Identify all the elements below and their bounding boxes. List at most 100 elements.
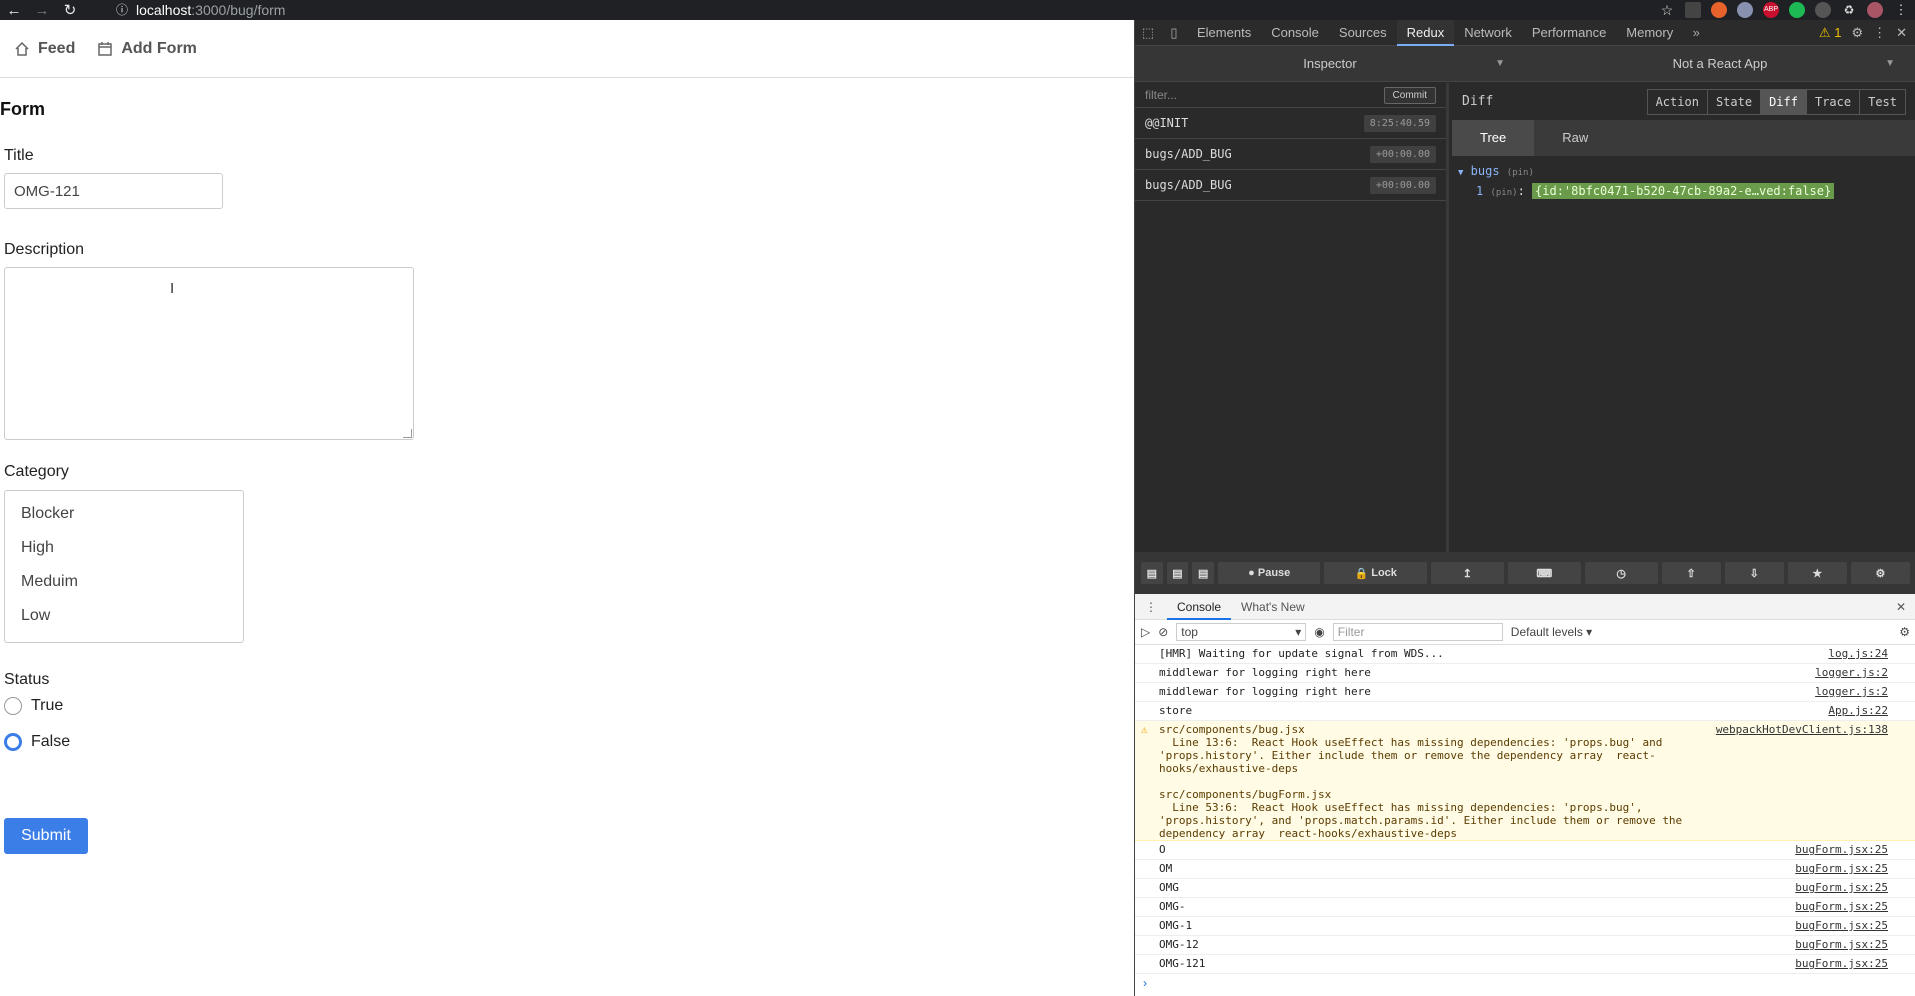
category-select[interactable]: Blocker High Meduim Low bbox=[4, 490, 244, 643]
forward-arrow-icon[interactable]: → bbox=[28, 2, 56, 19]
tab-console[interactable]: Console bbox=[1261, 20, 1329, 46]
tab-whats-new[interactable]: What's New bbox=[1231, 594, 1315, 620]
status-radio-false[interactable]: False bbox=[4, 733, 70, 751]
source-link[interactable]: App.js:22 bbox=[1828, 704, 1888, 717]
remote-icon[interactable]: ★ bbox=[1787, 562, 1847, 584]
inspect-icon[interactable]: ⬚ bbox=[1135, 25, 1161, 41]
category-option[interactable]: High bbox=[5, 531, 243, 565]
tree-node[interactable]: ▼ bugs (pin) bbox=[1458, 164, 1910, 178]
layout-icon[interactable]: ▤ bbox=[1141, 562, 1163, 584]
layout-icon[interactable]: ▤ bbox=[1166, 562, 1189, 584]
levels-select[interactable]: Default levels ▾ bbox=[1511, 625, 1592, 639]
app-select[interactable]: Not a React App ▼ bbox=[1525, 56, 1915, 71]
source-link[interactable]: logger.js:2 bbox=[1815, 685, 1888, 698]
extension-icon[interactable] bbox=[1789, 2, 1805, 18]
nav-feed[interactable]: Feed bbox=[14, 40, 75, 58]
action-filter[interactable]: filter... Commit bbox=[1135, 83, 1446, 108]
source-link[interactable]: logger.js:2 bbox=[1815, 666, 1888, 679]
timer-icon[interactable]: ◷ bbox=[1584, 562, 1658, 584]
close-icon[interactable]: ✕ bbox=[1886, 594, 1915, 620]
radio-circle[interactable] bbox=[4, 697, 22, 715]
tab-network[interactable]: Network bbox=[1454, 20, 1522, 46]
reload-icon[interactable]: ↻ bbox=[56, 1, 84, 19]
extension-icon[interactable] bbox=[1737, 2, 1753, 18]
action-item[interactable]: bugs/ADD_BUG +00:00.00 bbox=[1135, 139, 1446, 170]
source-link[interactable]: bugForm.jsx:25 bbox=[1795, 862, 1888, 875]
sidebar-toggle-icon[interactable]: ▷ bbox=[1141, 625, 1150, 639]
close-icon[interactable]: ✕ bbox=[1896, 25, 1907, 41]
keyboard-icon[interactable]: ⌨ bbox=[1507, 562, 1581, 584]
address-bar[interactable]: ⓘ localhost:3000/bug/form bbox=[116, 1, 285, 18]
tab-performance[interactable]: Performance bbox=[1522, 20, 1616, 46]
drawer-menu-icon[interactable]: ⋮ bbox=[1135, 594, 1167, 620]
console-filter-input[interactable]: Filter bbox=[1332, 623, 1503, 641]
tab-elements[interactable]: Elements bbox=[1187, 20, 1261, 46]
info-icon[interactable]: ⓘ bbox=[116, 1, 128, 18]
source-link[interactable]: log.js:24 bbox=[1828, 647, 1888, 660]
layout-icon[interactable]: ▤ bbox=[1192, 562, 1215, 584]
mode-diff-button[interactable]: Diff bbox=[1761, 89, 1807, 114]
tab-memory[interactable]: Memory bbox=[1616, 20, 1683, 46]
mode-test-button[interactable]: Test bbox=[1860, 90, 1905, 114]
upload-icon[interactable]: ⇧ bbox=[1661, 562, 1721, 584]
menu-dots-icon[interactable]: ⋮ bbox=[1873, 25, 1886, 41]
title-input[interactable] bbox=[4, 173, 223, 209]
extension-icon[interactable] bbox=[1711, 2, 1727, 18]
tab-drawer-console[interactable]: Console bbox=[1167, 594, 1232, 620]
source-link[interactable]: bugForm.jsx:25 bbox=[1795, 843, 1888, 856]
category-option[interactable]: Low bbox=[5, 599, 243, 633]
settings-icon[interactable]: ⚙ bbox=[1851, 25, 1863, 41]
inspector-select[interactable]: Inspector ▼ bbox=[1135, 56, 1525, 71]
tab-redux[interactable]: Redux bbox=[1396, 19, 1455, 46]
resize-handle[interactable] bbox=[403, 429, 412, 438]
source-link[interactable]: webpackHotDevClient.js:138 bbox=[1716, 723, 1888, 736]
adblock-icon[interactable]: ABP bbox=[1763, 2, 1779, 18]
lock-button[interactable]: 🔒 Lock bbox=[1324, 562, 1427, 584]
mode-buttons: Action State Diff Trace Test bbox=[1646, 88, 1906, 115]
bookmark-star-icon[interactable]: ☆ bbox=[1659, 2, 1675, 18]
settings-icon[interactable]: ⚙ bbox=[1850, 562, 1911, 584]
category-option[interactable]: Meduim bbox=[5, 565, 243, 599]
nav-add-form[interactable]: Add Form bbox=[97, 40, 197, 58]
source-link[interactable]: bugForm.jsx:25 bbox=[1795, 881, 1888, 894]
extension-icon[interactable] bbox=[1685, 2, 1701, 18]
download-icon[interactable]: ⇩ bbox=[1724, 562, 1784, 584]
action-item[interactable]: @@INIT 8:25:40.59 bbox=[1135, 108, 1446, 139]
mode-action-button[interactable]: Action bbox=[1648, 89, 1708, 114]
eye-icon[interactable]: ◉ bbox=[1314, 625, 1324, 639]
console-line: [HMR] Waiting for update signal from WDS… bbox=[1135, 645, 1915, 664]
mode-state-button[interactable]: State bbox=[1708, 89, 1762, 114]
radio-circle-selected[interactable] bbox=[4, 733, 22, 751]
source-link[interactable]: bugForm.jsx:25 bbox=[1795, 919, 1888, 932]
tab-raw[interactable]: Raw bbox=[1534, 120, 1616, 156]
description-textarea[interactable] bbox=[4, 267, 414, 440]
action-item[interactable]: bugs/ADD_BUG +00:00.00 bbox=[1135, 170, 1446, 201]
console-prompt[interactable]: › bbox=[1135, 974, 1915, 992]
source-link[interactable]: bugForm.jsx:25 bbox=[1795, 938, 1888, 951]
category-option[interactable]: Blocker bbox=[5, 497, 243, 531]
warning-icon: ⚠ bbox=[1141, 723, 1148, 736]
url-path: :3000/bug/form bbox=[191, 1, 286, 18]
more-tabs-icon[interactable]: » bbox=[1683, 25, 1709, 40]
status-radio-true[interactable]: True bbox=[4, 697, 63, 715]
device-toolbar-icon[interactable]: ▯ bbox=[1161, 25, 1187, 41]
context-select[interactable]: top ▾ bbox=[1176, 623, 1307, 641]
commit-button[interactable]: Commit bbox=[1383, 86, 1436, 104]
source-link[interactable]: bugForm.jsx:25 bbox=[1795, 957, 1888, 970]
clear-console-icon[interactable]: ⊘ bbox=[1158, 625, 1168, 639]
avatar[interactable] bbox=[1867, 2, 1883, 18]
mode-trace-button[interactable]: Trace bbox=[1807, 89, 1861, 114]
pause-button[interactable]: ● Pause bbox=[1218, 562, 1321, 584]
extension-icon[interactable] bbox=[1815, 2, 1831, 18]
menu-dots-icon[interactable]: ⋮ bbox=[1893, 2, 1909, 18]
back-arrow-icon[interactable]: ← bbox=[0, 2, 28, 19]
settings-icon[interactable]: ⚙ bbox=[1899, 625, 1910, 639]
puzzle-icon[interactable]: ♻ bbox=[1841, 2, 1857, 18]
pin-icon[interactable]: ↥ bbox=[1430, 562, 1504, 584]
tab-sources[interactable]: Sources bbox=[1329, 20, 1397, 46]
source-link[interactable]: bugForm.jsx:25 bbox=[1795, 900, 1888, 913]
warning-count[interactable]: ⚠ 1 bbox=[1819, 25, 1842, 41]
submit-button[interactable]: Submit bbox=[4, 818, 88, 854]
tree-node[interactable]: 1 (pin): {id:'8bfc0471-b520-47cb-89a2-e…… bbox=[1458, 178, 1910, 199]
tab-tree[interactable]: Tree bbox=[1452, 120, 1535, 156]
